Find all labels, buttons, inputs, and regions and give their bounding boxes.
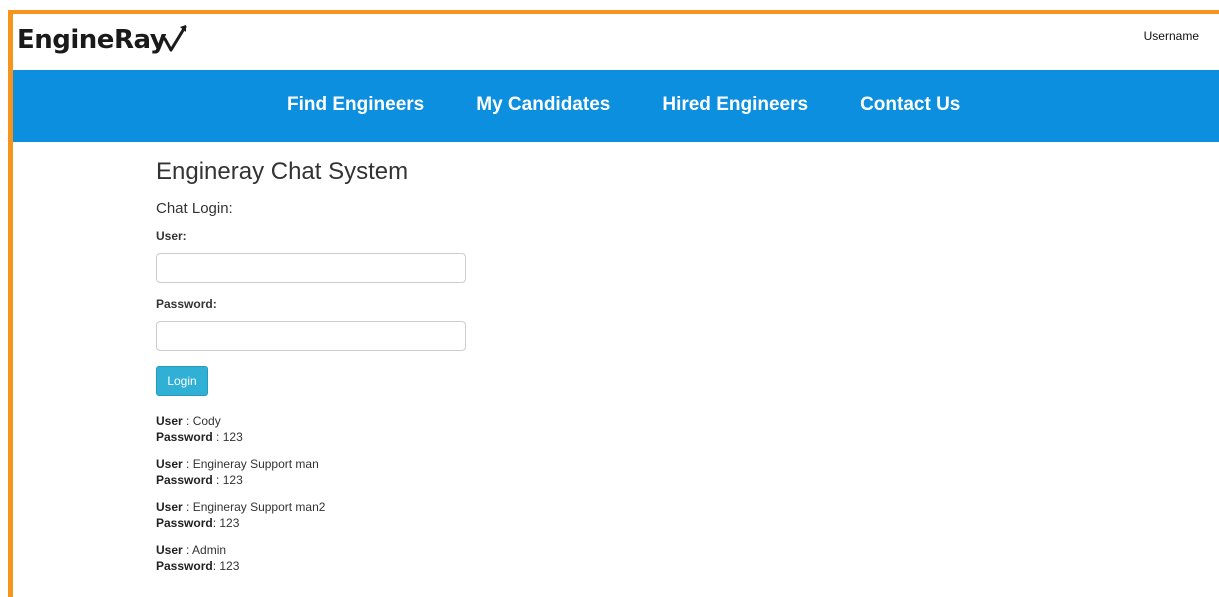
login-button[interactable]: Login xyxy=(156,366,208,396)
chat-login-panel: Engineray Chat System Chat Login: User: … xyxy=(156,158,756,585)
logo-arrow-icon xyxy=(164,25,187,52)
nav-item-hired-engineers[interactable]: Hired Engineers xyxy=(662,94,808,116)
nav-list: Find Engineers My Candidates Hired Engin… xyxy=(287,94,1012,116)
credential-user-value: Cody xyxy=(192,414,221,428)
credential-item: User : Engineray Support man Password : … xyxy=(156,456,756,488)
credential-separator: : xyxy=(182,500,193,514)
credential-password-label: Password xyxy=(156,430,213,444)
credential-user-value: Admin xyxy=(192,543,227,557)
credential-separator: : xyxy=(182,457,193,471)
credential-password-value: 123 xyxy=(219,516,240,530)
credential-password-value: 123 xyxy=(222,473,243,487)
credential-user-value: Engineray Support man2 xyxy=(192,500,326,514)
main-navbar: Find Engineers My Candidates Hired Engin… xyxy=(13,70,1219,142)
password-input[interactable] xyxy=(156,321,466,351)
credential-password-line: Password : 123 xyxy=(156,429,756,445)
credential-password-value: 123 xyxy=(219,559,240,573)
credential-item: User : Cody Password : 123 xyxy=(156,413,756,445)
credential-password-label: Password xyxy=(156,559,213,573)
chat-login-subtitle: Chat Login: xyxy=(156,200,233,217)
credential-password-label: Password xyxy=(156,516,213,530)
page-title: Engineray Chat System xyxy=(156,158,409,185)
credential-user-label: User xyxy=(156,414,183,428)
credential-user-line: User : Engineray Support man xyxy=(156,456,756,472)
credential-password-line: Password : 123 xyxy=(156,472,756,488)
credential-user-line: User : Admin xyxy=(156,542,756,558)
user-input[interactable] xyxy=(156,253,466,283)
credential-password-value: 123 xyxy=(222,430,243,444)
site-header: EngineRay Username xyxy=(13,14,1219,70)
nav-item-my-candidates[interactable]: My Candidates xyxy=(476,94,610,116)
credential-user-value: Engineray Support man xyxy=(192,457,319,471)
user-label: User: xyxy=(156,229,187,243)
page-top-margin xyxy=(0,0,1219,10)
credential-separator: : xyxy=(212,473,223,487)
password-label: Password: xyxy=(156,297,217,311)
credential-separator: : xyxy=(212,430,223,444)
credential-user-label: User xyxy=(156,543,183,557)
credential-password-line: Password: 123 xyxy=(156,558,756,574)
logo[interactable]: EngineRay xyxy=(17,23,190,55)
credential-user-label: User xyxy=(156,457,183,471)
credential-password-label: Password xyxy=(156,473,213,487)
nav-item-contact-us[interactable]: Contact Us xyxy=(860,94,960,116)
logo-text: EngineRay xyxy=(17,25,167,55)
credentials-list: User : Cody Password : 123 User : Engine… xyxy=(156,413,756,574)
credential-password-line: Password: 123 xyxy=(156,515,756,531)
credential-separator: : xyxy=(182,414,193,428)
credential-separator: : xyxy=(182,543,193,557)
credential-user-label: User xyxy=(156,500,183,514)
nav-item-find-engineers[interactable]: Find Engineers xyxy=(287,94,424,116)
credential-item: User : Admin Password: 123 xyxy=(156,542,756,574)
credential-user-line: User : Engineray Support man2 xyxy=(156,499,756,515)
username-link[interactable]: Username xyxy=(1144,29,1199,43)
credential-user-line: User : Cody xyxy=(156,413,756,429)
credential-item: User : Engineray Support man2 Password: … xyxy=(156,499,756,531)
